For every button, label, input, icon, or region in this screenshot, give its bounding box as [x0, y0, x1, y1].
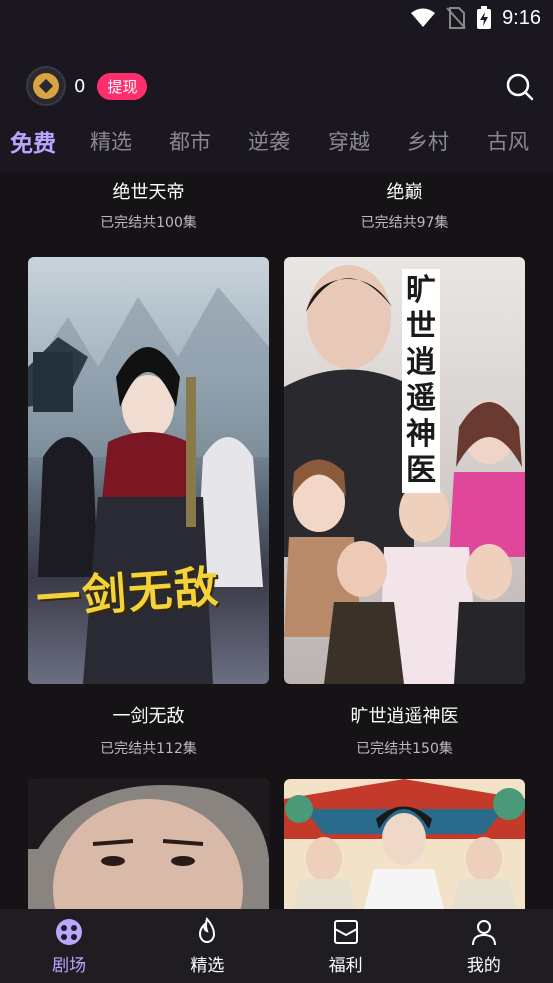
drama-title: 绝世天帝 [112, 182, 185, 203]
drama-status: 已完结共150集 [356, 741, 453, 757]
drama-grid: 绝世天帝 已完结共100集 绝巅 已完结共97集 一剑无敌 一剑无敌 已完结共1… [0, 172, 553, 909]
person-icon [471, 919, 496, 945]
battery-charging-icon [477, 6, 492, 29]
coin-balance[interactable]: 0 提现 [26, 66, 148, 106]
poster-artwork [284, 779, 525, 909]
top-header: 0 提现 免费 精选 都市 逆袭 穿越 乡村 古风 [0, 40, 553, 172]
drama-card[interactable] [28, 779, 269, 909]
drama-card[interactable]: 绝巅 已完结共97集 [284, 178, 525, 232]
nav-profile[interactable]: 我的 [415, 909, 553, 983]
drama-card[interactable]: 绝世天帝 已完结共100集 [28, 178, 269, 232]
drama-title: 绝巅 [386, 182, 423, 203]
status-bar: 9:16 [0, 0, 553, 40]
status-icons: 9:16 [410, 6, 541, 30]
search-icon[interactable] [505, 72, 535, 102]
flame-icon [199, 916, 216, 943]
no-sim-icon [446, 7, 466, 29]
tab-rural[interactable]: 乡村 [407, 126, 449, 156]
drama-status: 已完结共100集 [100, 215, 197, 231]
poster-title-art: 旷世逍遥神医 [402, 269, 440, 493]
drama-poster[interactable]: 旷世逍遥神医 [284, 257, 525, 684]
drama-title: 旷世逍遥神医 [350, 706, 459, 727]
tab-city[interactable]: 都市 [169, 126, 211, 156]
drama-poster[interactable] [284, 779, 525, 909]
nav-label: 福利 [328, 955, 363, 976]
nav-label: 我的 [466, 955, 501, 976]
drama-poster[interactable] [28, 779, 269, 909]
drama-card[interactable]: 旷世逍遥神医 旷世逍遥神医 已完结共150集 [284, 257, 525, 758]
tab-ancient[interactable]: 古风 [487, 126, 529, 156]
withdraw-button[interactable]: 提现 [97, 72, 148, 100]
drama-card[interactable]: 一剑无敌 一剑无敌 已完结共112集 [28, 257, 269, 758]
coin-icon [26, 66, 66, 106]
nav-label: 精选 [190, 955, 225, 976]
poster-title-art: 一剑无敌 [34, 561, 222, 626]
drama-card[interactable] [284, 779, 525, 909]
gift-icon [333, 919, 358, 944]
nav-theater[interactable]: 剧场 [0, 909, 138, 983]
drama-status: 已完结共97集 [360, 215, 449, 231]
tab-featured[interactable]: 精选 [90, 126, 132, 156]
drama-status: 已完结共112集 [100, 741, 197, 757]
coin-count: 0 [74, 75, 86, 97]
category-tabs: 免费 精选 都市 逆袭 穿越 乡村 古风 [0, 122, 553, 162]
drama-title: 一剑无敌 [112, 706, 185, 727]
tab-comeback[interactable]: 逆袭 [248, 126, 290, 156]
nav-benefits[interactable]: 福利 [277, 909, 415, 983]
wifi-icon [411, 8, 436, 27]
nav-featured[interactable]: 精选 [138, 909, 276, 983]
clock-time: 9:16 [502, 6, 541, 29]
theater-icon [56, 918, 83, 945]
tab-free[interactable]: 免费 [10, 124, 56, 158]
tab-time-travel[interactable]: 穿越 [328, 126, 370, 156]
nav-label: 剧场 [52, 955, 87, 976]
bottom-nav: 剧场 精选 福利 我的 [0, 909, 553, 983]
drama-poster[interactable]: 一剑无敌 [28, 257, 269, 684]
poster-artwork [28, 779, 269, 909]
